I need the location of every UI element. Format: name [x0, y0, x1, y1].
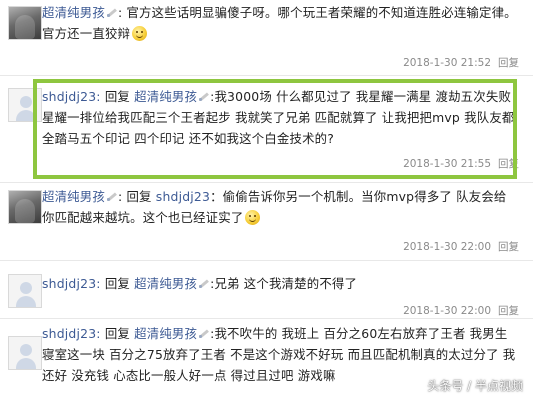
default-avatar[interactable] [8, 274, 42, 308]
vip-badge-icon [198, 328, 209, 339]
comment-item: shdjdj23: 回复 超清纯男孩 :兄弟 这个我清楚的不得了 2018-1-3… [0, 261, 533, 318]
comment-time: 2018-1-30 22:00 [403, 241, 491, 253]
watermark: 头条号 / 半点视频 [427, 379, 523, 393]
comment-meta: 2018-1-30 21:52 回复 [403, 55, 519, 70]
comment-text: 超清纯男孩: 回复 shdjdj23：偷偷告诉你另一个机制。当你mvp得多了 队… [42, 189, 507, 225]
photo-avatar[interactable] [8, 190, 42, 224]
comment-meta: 2018-1-30 22:00 回复 [403, 303, 519, 318]
reply-to-username[interactable]: 超清纯男孩 [134, 276, 197, 291]
comment-text: shdjdj23: 回复 超清纯男孩 :兄弟 这个我清楚的不得了 [42, 273, 519, 294]
vip-badge-icon [198, 278, 209, 289]
comment-thread: 超清纯男孩: 官方这些话明显骗傻子呀。哪个玩王者荣耀的不知道连胜必连输定律。官方… [0, 0, 533, 400]
comment-time: 2018-1-30 22:00 [403, 305, 491, 317]
smiley-emoji-icon [245, 210, 261, 225]
reply-button[interactable]: 回复 [498, 241, 519, 253]
reply-to-username[interactable]: 超清纯男孩 [134, 326, 197, 341]
default-avatar[interactable] [8, 336, 42, 370]
username-link[interactable]: shdjdj23: [42, 326, 101, 341]
comment-body: :兄弟 这个我清楚的不得了 [210, 276, 358, 291]
comment-item: 超清纯男孩: 回复 shdjdj23：偷偷告诉你另一个机制。当你mvp得多了 队… [0, 183, 533, 259]
username-link[interactable]: 超清纯男孩 [42, 189, 105, 204]
vip-badge-icon [106, 191, 117, 202]
reply-button[interactable]: 回复 [498, 57, 519, 69]
photo-avatar[interactable] [8, 6, 42, 40]
smiley-emoji-icon [132, 26, 148, 41]
reply-label: 回复 [126, 189, 152, 204]
comment-item: 超清纯男孩: 官方这些话明显骗傻子呀。哪个玩王者荣耀的不知道连胜必连输定律。官方… [0, 0, 533, 76]
username-link[interactable]: shdjdj23: [42, 276, 101, 291]
comment-time: 2018-1-30 21:52 [403, 57, 491, 69]
vip-badge-icon [106, 7, 117, 18]
comment-meta: 2018-1-30 22:00 回复 [403, 239, 519, 254]
username-link[interactable]: 超清纯男孩 [42, 5, 105, 20]
comment-text: 超清纯男孩: 官方这些话明显骗傻子呀。哪个玩王者荣耀的不知道连胜必连输定律。官方… [42, 5, 517, 41]
highlight-frame [33, 79, 517, 179]
reply-to-username[interactable]: shdjdj23 [156, 189, 210, 204]
reply-button[interactable]: 回复 [498, 305, 519, 317]
reply-label: 回复 [104, 326, 130, 341]
reply-label: 回复 [104, 276, 130, 291]
